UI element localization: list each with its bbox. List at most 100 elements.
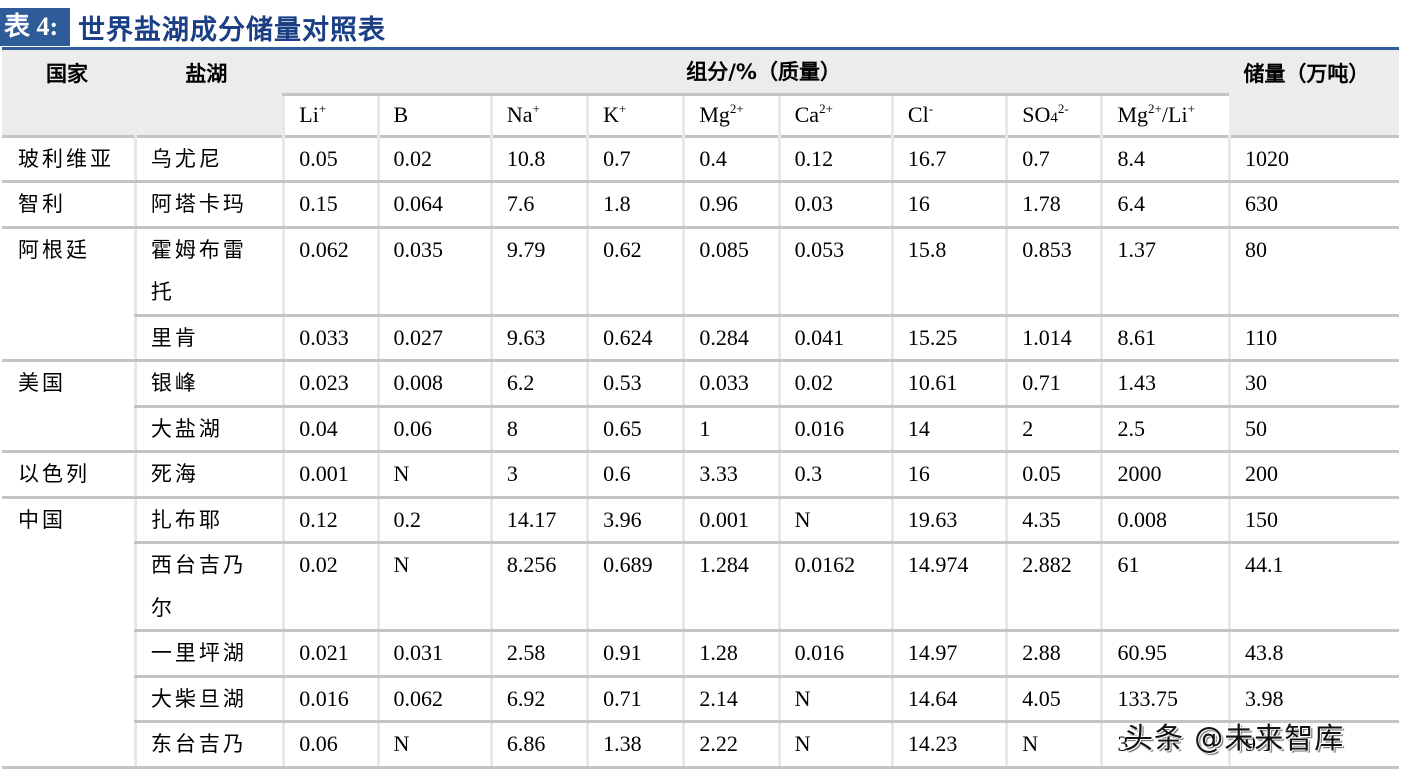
- table-row: 玻利维亚 乌尤尼 0.05 0.02 10.8 0.7 0.4 0.12 16.7 0.7 8.4 1…: [2, 136, 1399, 183]
- header-row-top: 国家 盐湖 组分/%（质量） 储量（万吨）: [2, 50, 1399, 136]
- composition-cell: 0.3: [777, 451, 893, 499]
- composition-cell: 0.71: [586, 676, 684, 723]
- component-symbol: Mg: [1117, 102, 1149, 127]
- composition-cell: 2: [1005, 406, 1102, 453]
- lake-cell: 扎布耶: [133, 497, 284, 544]
- composition-cell: 0.03: [777, 181, 893, 229]
- table-row: 一里坪湖 0.021 0.031 2.58 0.91 1.28 0.016 14.97 2.88…: [2, 630, 1399, 678]
- composition-cell: 0.016: [777, 406, 893, 453]
- composition-cell: 0.021: [282, 630, 379, 678]
- composition-cell: 0.06: [282, 721, 379, 769]
- country-cell: 玻利维亚: [2, 136, 136, 183]
- composition-cell: 1.284: [682, 542, 780, 632]
- composition-cell: 8.4: [1100, 136, 1230, 183]
- composition-cell: 0.853: [1005, 227, 1102, 317]
- composition-cell: 1.37: [1100, 227, 1230, 317]
- lake-cell: 里肯: [133, 315, 284, 362]
- composition-cell: 0.0162: [777, 542, 893, 632]
- component-symbol: Mg: [699, 102, 730, 127]
- composition-cell: 0.284: [682, 315, 780, 362]
- composition-cell: 14.97: [890, 630, 1007, 678]
- composition-cell: 0.062: [282, 227, 379, 317]
- composition-cell: 0.008: [376, 360, 492, 408]
- table-row: 阿根廷 霍姆布雷托 0.062 0.035 9.79 0.62 0.085 0.053 15.8…: [2, 227, 1399, 362]
- composition-cell: N: [777, 676, 893, 723]
- composition-cell: 14: [890, 406, 1007, 453]
- composition-cell: 0.062: [376, 676, 492, 723]
- watermark: 头条 @未来智库: [1124, 721, 1345, 755]
- component-charge: 2+: [729, 101, 744, 116]
- composition-cell: 0.12: [282, 497, 379, 544]
- composition-cell: N: [777, 721, 893, 769]
- reserves-cell: 110: [1227, 315, 1399, 362]
- header-component: Mg2+: [682, 92, 780, 136]
- header-composition-group: 组分/%（质量）: [283, 50, 1230, 94]
- composition-cell: 7.6: [489, 181, 588, 229]
- header-component: Na+: [489, 92, 588, 136]
- composition-cell: 0.689: [586, 542, 684, 632]
- composition-cell: 0.71: [1005, 360, 1102, 408]
- composition-cell: 0.62: [586, 227, 684, 317]
- composition-cell: 10.8: [489, 136, 588, 183]
- composition-cell: 0.035: [376, 227, 492, 317]
- component-symbol: B: [393, 102, 409, 127]
- header-country: 国家: [2, 50, 136, 136]
- composition-cell: 16: [890, 181, 1007, 229]
- composition-cell: 15.8: [890, 227, 1007, 317]
- reserves-cell: 50: [1227, 406, 1399, 453]
- composition-cell: 0.91: [586, 630, 684, 678]
- composition-cell: 0.031: [376, 630, 492, 678]
- composition-cell: 0.041: [777, 315, 893, 362]
- table-row: 智利 阿塔卡玛 0.15 0.064 7.6 1.8 0.96 0.03 16 1.78 6.4 63…: [2, 181, 1399, 229]
- lake-cell: 银峰: [133, 360, 284, 408]
- table-row: 中国 扎布耶 0.12 0.2 14.17 3.96 0.001 N 19.63 4.35 0.00…: [2, 497, 1399, 769]
- reserves-cell: 80: [1227, 227, 1399, 317]
- header-component: Cl-: [890, 92, 1007, 136]
- composition-cell: N: [777, 497, 893, 544]
- reserves-cell: 30: [1227, 360, 1399, 408]
- composition-cell: N: [1005, 721, 1102, 769]
- component-symbol: K: [603, 102, 619, 127]
- composition-cell: 0.033: [682, 360, 780, 408]
- lake-cell: 东台吉乃: [133, 721, 284, 769]
- composition-cell: 15.25: [890, 315, 1007, 362]
- composition-cell: 0.064: [376, 181, 492, 229]
- composition-cell: 8: [489, 406, 588, 453]
- component-charge: +: [618, 101, 627, 116]
- composition-cell: 14.23: [890, 721, 1007, 769]
- composition-cell: 0.053: [777, 227, 893, 317]
- composition-cell: 14.17: [489, 497, 588, 544]
- reserves-cell: 630: [1227, 181, 1399, 229]
- composition-cell: 0.016: [777, 630, 893, 678]
- composition-cell: 3.96: [586, 497, 684, 544]
- composition-cell: 2.14: [682, 676, 780, 723]
- component-suffix: /Li: [1161, 102, 1188, 127]
- composition-cell: 6.4: [1100, 181, 1230, 229]
- component-charge: -: [928, 101, 934, 116]
- reserves-cell: 1020: [1227, 136, 1399, 183]
- composition-cell: 0.027: [376, 315, 492, 362]
- lake-cell: 大柴旦湖: [133, 676, 284, 723]
- composition-cell: 0.085: [682, 227, 780, 317]
- table-row: 大盐湖 0.04 0.06 8 0.65 1 0.016 14 2 2.5 50: [2, 406, 1399, 453]
- table-body: 玻利维亚 乌尤尼 0.05 0.02 10.8 0.7 0.4 0.12 16.7 0.7 8.4 1…: [2, 136, 1399, 769]
- composition-cell: 10.61: [890, 360, 1007, 408]
- composition-cell: 1.8: [586, 181, 684, 229]
- table-number-label: 表 4:: [0, 8, 70, 46]
- component-symbol: Ca: [794, 102, 820, 127]
- composition-cell: 2.58: [489, 630, 588, 678]
- composition-cell: 14.64: [890, 676, 1007, 723]
- lake-cell: 一里坪湖: [133, 630, 284, 678]
- component-symbol: Na: [506, 102, 533, 127]
- country-cell: 阿根廷: [2, 227, 136, 362]
- composition-cell: 9.63: [489, 315, 588, 362]
- reserves-cell: 43.8: [1227, 630, 1399, 678]
- composition-cell: 0.2: [376, 497, 492, 544]
- component-symbol: Li: [299, 102, 319, 127]
- header-reserves: 储量（万吨）: [1229, 50, 1399, 136]
- composition-cell: 1.78: [1005, 181, 1102, 229]
- header-component: K+: [586, 92, 684, 136]
- composition-cell: 6.2: [489, 360, 588, 408]
- composition-cell: 16: [890, 451, 1007, 499]
- composition-cell: N: [376, 451, 492, 499]
